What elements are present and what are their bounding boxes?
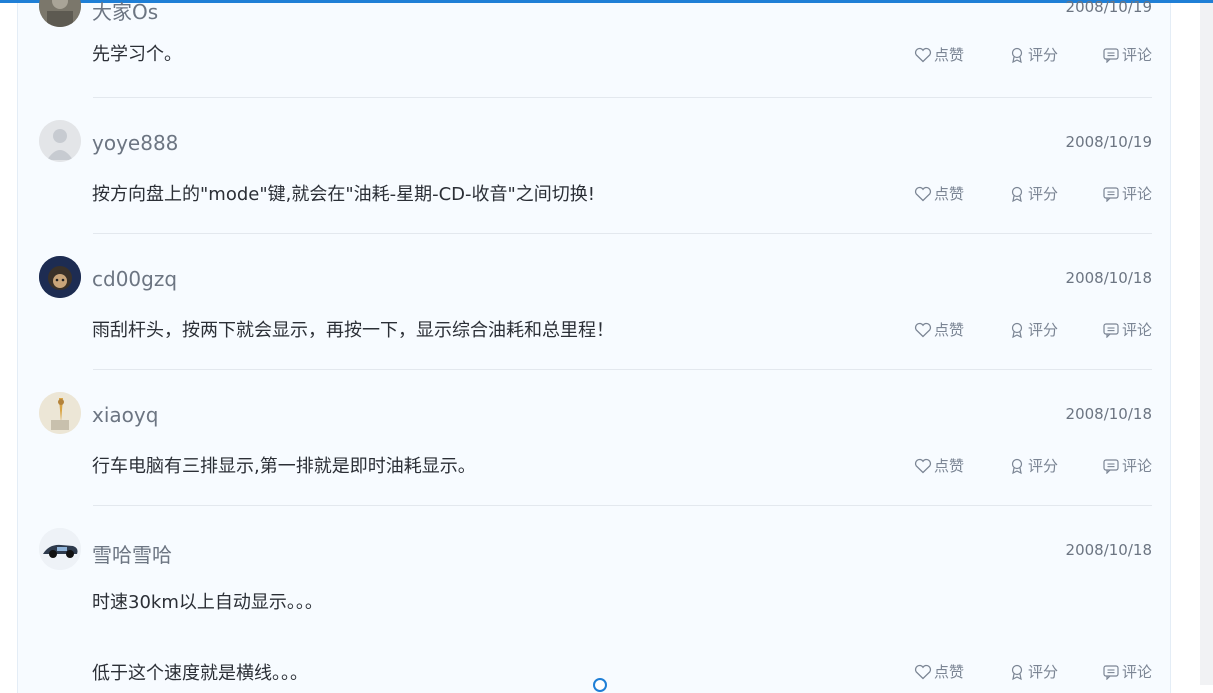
comment-label: 评论 xyxy=(1121,663,1152,681)
reply-content-line-2: 低于这个速度就是横线。。。 xyxy=(92,663,308,684)
like-button[interactable]: 点赞 xyxy=(914,661,964,682)
rate-icon xyxy=(1011,664,1023,680)
floating-indicator[interactable] xyxy=(593,678,607,692)
reply-item: 雪哈雪哈 2008/10/18 时速30km以上自动显示。。。 低于这个速度就是… xyxy=(18,411,1172,691)
rate-label: 评分 xyxy=(1027,663,1058,681)
rate-button[interactable]: 评分 xyxy=(1008,661,1058,682)
reply-date: 2008/10/18 xyxy=(1065,541,1152,559)
reply-item: cd00gzq 2008/10/18 雨刮杆头，按两下就会显示，再按一下，显示综… xyxy=(18,139,1172,370)
scrollbar-track[interactable] xyxy=(1200,3,1213,685)
heart-icon xyxy=(914,664,932,679)
comment-icon xyxy=(1103,664,1119,680)
reply-actions: 点赞 评分 评论 xyxy=(914,661,1152,682)
reply-item: yoye888 2008/10/19 按方向盘上的"mode"键,就会在"油耗-… xyxy=(18,3,1172,234)
reply-item: xiaoyq 2008/10/18 行车电脑有三排显示,第一排就是即时油耗显示。… xyxy=(18,275,1172,506)
like-label: 点赞 xyxy=(933,663,964,681)
avatar[interactable] xyxy=(39,528,81,570)
username[interactable]: 雪哈雪哈 xyxy=(92,539,172,568)
reply-content: 时速30km以上自动显示。。。 xyxy=(92,592,323,613)
reply-list: 大家Os 2008/10/19 先学习个。 点赞 评分 评论 yoye888 2… xyxy=(17,0,1172,693)
comment-button[interactable]: 评论 xyxy=(1102,661,1152,682)
